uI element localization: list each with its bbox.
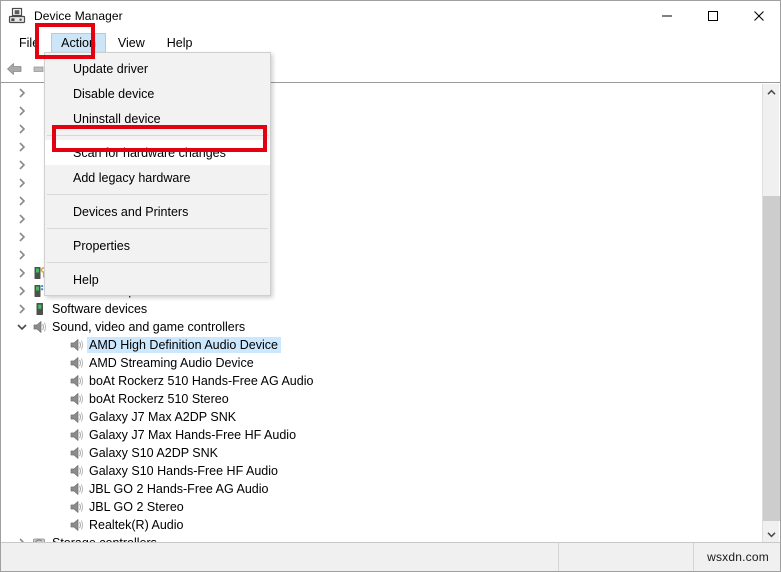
tree-row-label: Software devices: [52, 302, 148, 316]
watermark-label: wsxdn.com: [707, 550, 769, 564]
speaker-icon: [67, 445, 87, 461]
vertical-scrollbar[interactable]: [762, 84, 780, 543]
scrollbar-thumb[interactable]: [763, 196, 780, 521]
tree-row[interactable]: Galaxy S10 A2DP SNK: [2, 444, 757, 462]
close-icon[interactable]: [736, 1, 780, 31]
chevron-right-icon[interactable]: [14, 250, 30, 260]
tree-row[interactable]: Sound, video and game controllers: [2, 318, 757, 336]
action-menu-item[interactable]: Properties: [45, 233, 270, 258]
tree-row[interactable]: Galaxy J7 Max Hands-Free HF Audio: [2, 426, 757, 444]
chevron-right-icon[interactable]: [14, 106, 30, 116]
tree-row-label: JBL GO 2 Stereo: [89, 500, 184, 514]
chevron-right-icon[interactable]: [14, 124, 30, 134]
chevron-right-icon[interactable]: [14, 286, 30, 296]
menu-separator: [47, 262, 268, 263]
status-bar: wsxdn.com: [1, 542, 780, 571]
action-menu-item-label: Add legacy hardware: [73, 170, 191, 185]
menu-help[interactable]: Help: [157, 33, 203, 53]
action-menu-item[interactable]: Disable device: [45, 81, 270, 106]
tree-row-label: AMD Streaming Audio Device: [89, 356, 254, 370]
action-menu-item-label: Devices and Printers: [73, 204, 189, 219]
tree-row-label: Galaxy S10 Hands-Free HF Audio: [89, 464, 278, 478]
tree-row-label: Sound, video and game controllers: [52, 320, 246, 334]
speaker-icon: [30, 319, 50, 335]
action-menu-item[interactable]: Help: [45, 267, 270, 292]
tree-row[interactable]: boAt Rockerz 510 Hands-Free AG Audio: [2, 372, 757, 390]
menu-action[interactable]: Action: [51, 33, 106, 53]
speaker-icon: [67, 373, 87, 389]
chevron-right-icon[interactable]: [14, 88, 30, 98]
chevron-right-icon[interactable]: [14, 232, 30, 242]
action-menu-item-label: Properties: [73, 238, 130, 253]
menu-separator: [47, 228, 268, 229]
status-segment-secondary: [559, 542, 694, 571]
tree-row-label: Realtek(R) Audio: [89, 518, 184, 532]
tree-row[interactable]: Galaxy J7 Max A2DP SNK: [2, 408, 757, 426]
speaker-icon: [67, 463, 87, 479]
menu-file[interactable]: File: [9, 33, 49, 53]
action-menu-item-label: Disable device: [73, 86, 155, 101]
title-bar: Device Manager: [1, 1, 780, 31]
speaker-icon: [67, 499, 87, 515]
tree-row[interactable]: JBL GO 2 Hands-Free AG Audio: [2, 480, 757, 498]
minimize-icon[interactable]: [644, 1, 690, 31]
speaker-icon: [67, 427, 87, 443]
action-menu-item-label: Scan for hardware changes: [73, 145, 226, 160]
tree-row-label: Galaxy J7 Max Hands-Free HF Audio: [89, 428, 297, 442]
menu-view[interactable]: View: [108, 33, 155, 53]
chevron-up-icon[interactable]: [763, 84, 780, 101]
tree-row[interactable]: Realtek(R) Audio: [2, 516, 757, 534]
speaker-icon: [67, 337, 87, 353]
tree-row[interactable]: boAt Rockerz 510 Stereo: [2, 390, 757, 408]
speaker-icon: [67, 517, 87, 533]
speaker-icon: [67, 355, 87, 371]
window-title: Device Manager: [34, 9, 123, 23]
maximize-icon[interactable]: [690, 1, 736, 31]
tree-row[interactable]: JBL GO 2 Stereo: [2, 498, 757, 516]
back-arrow-icon[interactable]: [1, 57, 27, 81]
tree-row-label: JBL GO 2 Hands-Free AG Audio: [89, 482, 269, 496]
tree-row[interactable]: Software devices: [2, 300, 757, 318]
tree-row-label: Galaxy J7 Max A2DP SNK: [89, 410, 237, 424]
chevron-right-icon[interactable]: [14, 196, 30, 206]
chevron-right-icon[interactable]: [14, 160, 30, 170]
chevron-right-icon[interactable]: [14, 304, 30, 314]
tree-row[interactable]: Galaxy S10 Hands-Free HF Audio: [2, 462, 757, 480]
speaker-icon: [67, 391, 87, 407]
action-menu-item-label: Help: [73, 272, 99, 287]
chevron-right-icon[interactable]: [14, 142, 30, 152]
menu-separator: [47, 194, 268, 195]
action-menu-item[interactable]: Scan for hardware changes: [45, 140, 270, 165]
tree-row[interactable]: AMD High Definition Audio Device: [2, 336, 757, 354]
tree-row[interactable]: AMD Streaming Audio Device: [2, 354, 757, 372]
action-menu-item-label: Update driver: [73, 61, 149, 76]
software-device-icon: [30, 301, 50, 317]
chevron-right-icon[interactable]: [14, 214, 30, 224]
tree-row-label: boAt Rockerz 510 Hands-Free AG Audio: [89, 374, 314, 388]
tree-row-label: AMD High Definition Audio Device: [87, 337, 281, 353]
chevron-down-icon[interactable]: [14, 323, 30, 331]
chevron-down-icon[interactable]: [763, 526, 780, 543]
speaker-icon: [67, 409, 87, 425]
action-menu-item-label: Uninstall device: [73, 111, 161, 126]
action-dropdown-menu[interactable]: Update driver Disable device Uninstall dev…: [44, 52, 271, 296]
device-manager-icon: [8, 7, 26, 25]
action-menu-item[interactable]: Add legacy hardware: [45, 165, 270, 190]
action-menu-item[interactable]: Devices and Printers: [45, 199, 270, 224]
tree-row-label: Galaxy S10 A2DP SNK: [89, 446, 219, 460]
chevron-right-icon[interactable]: [14, 178, 30, 188]
action-menu-item[interactable]: Uninstall device: [45, 106, 270, 131]
tree-row-label: boAt Rockerz 510 Stereo: [89, 392, 229, 406]
speaker-icon: [67, 481, 87, 497]
status-segment-main: [1, 542, 559, 571]
window-controls: [644, 1, 780, 31]
menu-separator: [47, 135, 268, 136]
action-menu-item[interactable]: Update driver: [45, 56, 270, 81]
chevron-right-icon[interactable]: [14, 268, 30, 278]
device-manager-window: Device Manager File Action View Help Sof…: [0, 0, 781, 572]
